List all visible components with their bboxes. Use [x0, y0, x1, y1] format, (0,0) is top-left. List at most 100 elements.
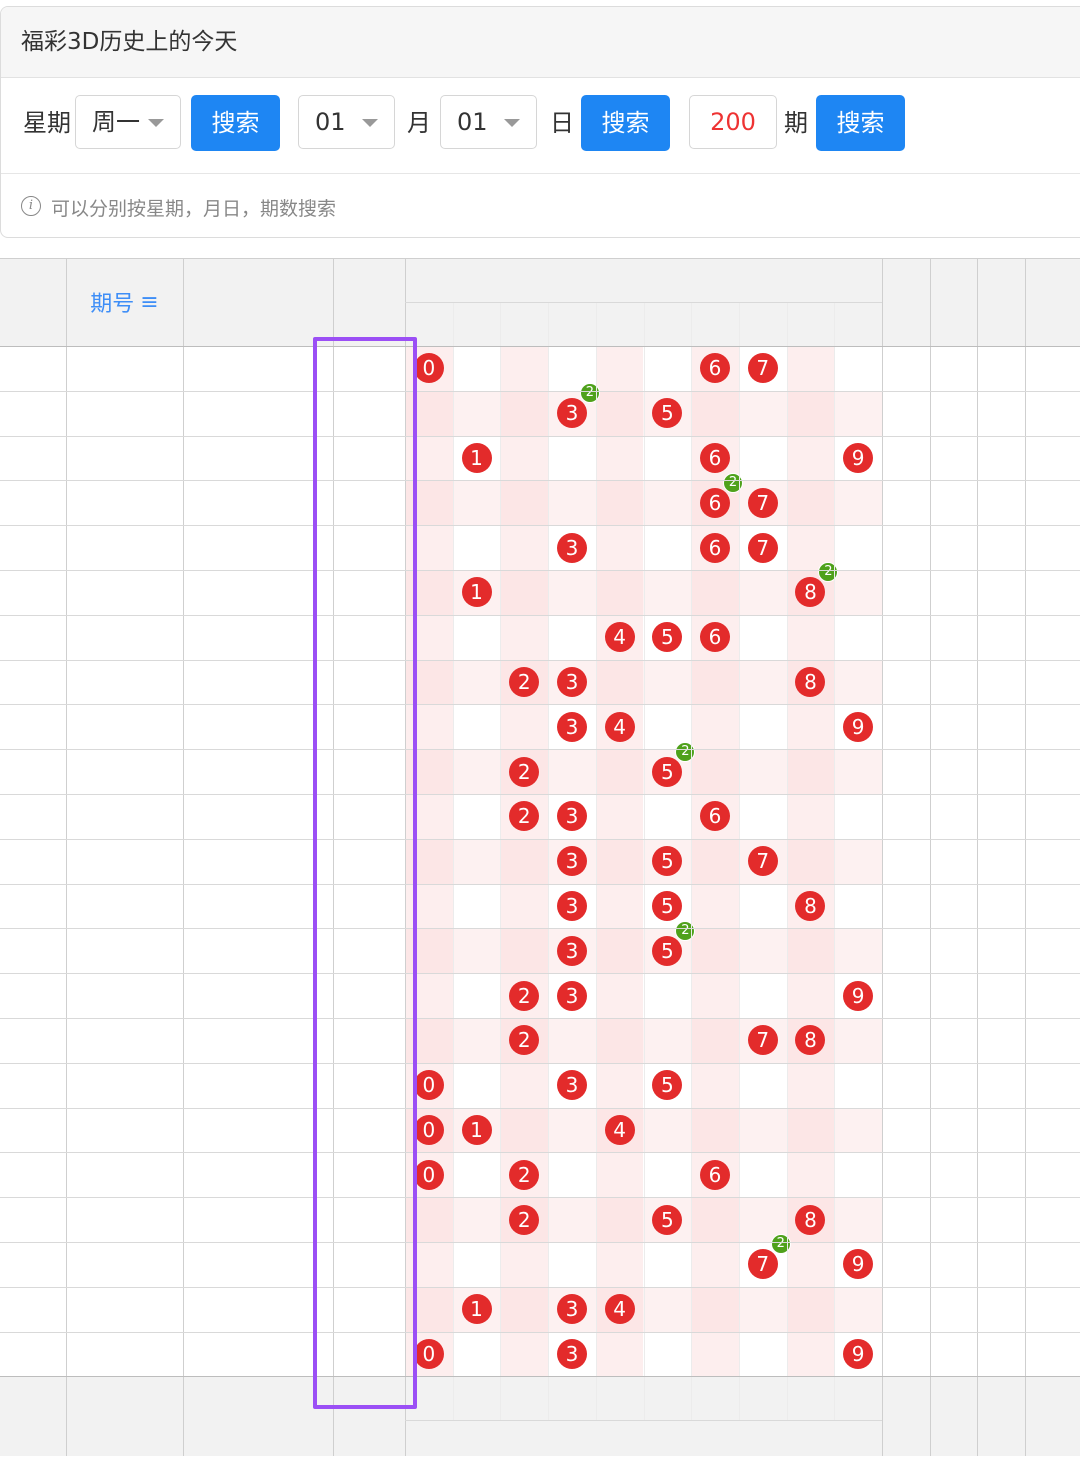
- row-sum-tail: [930, 973, 977, 1018]
- row-divider: [0, 883, 1080, 885]
- row-span: [977, 884, 1025, 929]
- weekday-select[interactable]: 周一: [75, 95, 181, 149]
- row-index: [0, 660, 66, 705]
- row-sum: [882, 1108, 930, 1153]
- footer-distribution-divider: [405, 1420, 882, 1422]
- row-sum: [882, 839, 930, 884]
- header-span: [977, 258, 1025, 346]
- repeat-count-badge: 2: [723, 472, 744, 493]
- row-period: [66, 391, 183, 436]
- header-digit-3: [548, 302, 596, 346]
- footer-digit-2: [500, 1376, 548, 1420]
- row-sum-tail: [930, 928, 977, 973]
- row-sum-tail: [930, 1332, 977, 1377]
- header-distribution: [405, 258, 882, 302]
- footer-sum: [882, 1376, 930, 1456]
- footer-digit-5: [644, 1376, 692, 1420]
- weekday-value: 周一: [92, 108, 140, 136]
- sort-icon[interactable]: ≡: [140, 290, 158, 315]
- row-period: [66, 1108, 183, 1153]
- row-trial: [183, 928, 333, 973]
- row-sum: [882, 615, 930, 660]
- ball-0: 0: [413, 1070, 444, 1101]
- ball-4: 4: [604, 622, 635, 653]
- row-trial: [183, 1018, 333, 1063]
- row-sum-tail: [930, 749, 977, 794]
- row-period: [66, 1018, 183, 1063]
- row-divider: [0, 1197, 1080, 1199]
- row-span: [977, 839, 1025, 884]
- row-divider: [0, 1062, 1080, 1064]
- repeat-count-badge: 2: [675, 741, 696, 762]
- row-trial: [183, 839, 333, 884]
- row-size: [1025, 794, 1080, 839]
- row-span: [977, 1287, 1025, 1332]
- row-trial: [183, 480, 333, 525]
- row-index: [0, 615, 66, 660]
- month-select[interactable]: 01: [298, 95, 395, 149]
- row-trial: [183, 749, 333, 794]
- header-index: [0, 258, 66, 346]
- footer-size: [1025, 1376, 1080, 1456]
- digit-divider: [691, 302, 693, 1421]
- row-index: [0, 928, 66, 973]
- row-sum-tail: [930, 1197, 977, 1242]
- row-divider: [0, 614, 1080, 616]
- footer-digit-3: [548, 1376, 596, 1420]
- row-index: [0, 839, 66, 884]
- row-index: [0, 1332, 66, 1377]
- row-trial: [183, 1063, 333, 1108]
- row-index: [0, 1287, 66, 1332]
- day-select[interactable]: 01: [440, 95, 537, 149]
- row-trial: [183, 436, 333, 481]
- row-sum: [882, 928, 930, 973]
- ball-7: 7: [747, 846, 778, 877]
- ball-7: 7: [747, 1249, 778, 1280]
- column-divider: [183, 258, 184, 1457]
- row-index: [0, 749, 66, 794]
- footer-index: [0, 1380, 66, 1460]
- row-sum-tail: [930, 346, 977, 391]
- row-size: [1025, 1332, 1080, 1377]
- row-period: [66, 1197, 183, 1242]
- row-sum: [882, 794, 930, 839]
- row-sum-tail: [930, 1152, 977, 1197]
- header-period[interactable]: 期号 ≡: [66, 258, 183, 346]
- ball-1: 1: [461, 577, 492, 608]
- panel-title: 福彩3D历史上的今天: [1, 7, 1080, 78]
- row-index: [0, 884, 66, 929]
- row-trial: [183, 346, 333, 391]
- row-size: [1025, 884, 1080, 929]
- row-trial: [183, 973, 333, 1018]
- ball-7: 7: [747, 487, 778, 518]
- weekday-search-button[interactable]: 搜索: [191, 95, 280, 151]
- column-divider: [66, 258, 67, 1457]
- row-sum: [882, 1332, 930, 1377]
- row-sum-tail: [930, 794, 977, 839]
- digit-divider: [834, 302, 836, 1421]
- date-search-button[interactable]: 搜索: [581, 95, 670, 151]
- header-digit-9: [834, 302, 882, 346]
- digit-divider: [786, 302, 788, 1421]
- ball-3: 3: [556, 532, 587, 563]
- award-column-highlight: [313, 337, 417, 1409]
- row-index: [0, 346, 66, 391]
- row-index: [0, 436, 66, 481]
- row-divider: [0, 704, 1080, 706]
- row-divider: [0, 1018, 1080, 1019]
- ball-7: 7: [747, 532, 778, 563]
- header-sum-tail: [930, 258, 977, 346]
- period-search-button[interactable]: 搜索: [816, 95, 905, 151]
- ball-0: 0: [413, 1159, 444, 1190]
- ball-2: 2: [509, 1159, 540, 1190]
- row-sum-tail: [930, 660, 977, 705]
- row-period: [66, 704, 183, 749]
- row-sum-tail: [930, 1018, 977, 1063]
- ball-4: 4: [604, 711, 635, 742]
- ball-9: 9: [843, 1249, 874, 1280]
- ball-6: 6: [700, 532, 731, 563]
- row-span: [977, 1018, 1025, 1063]
- row-span: [977, 391, 1025, 436]
- period-input[interactable]: 200: [689, 95, 777, 149]
- ball-3: 3: [556, 667, 587, 697]
